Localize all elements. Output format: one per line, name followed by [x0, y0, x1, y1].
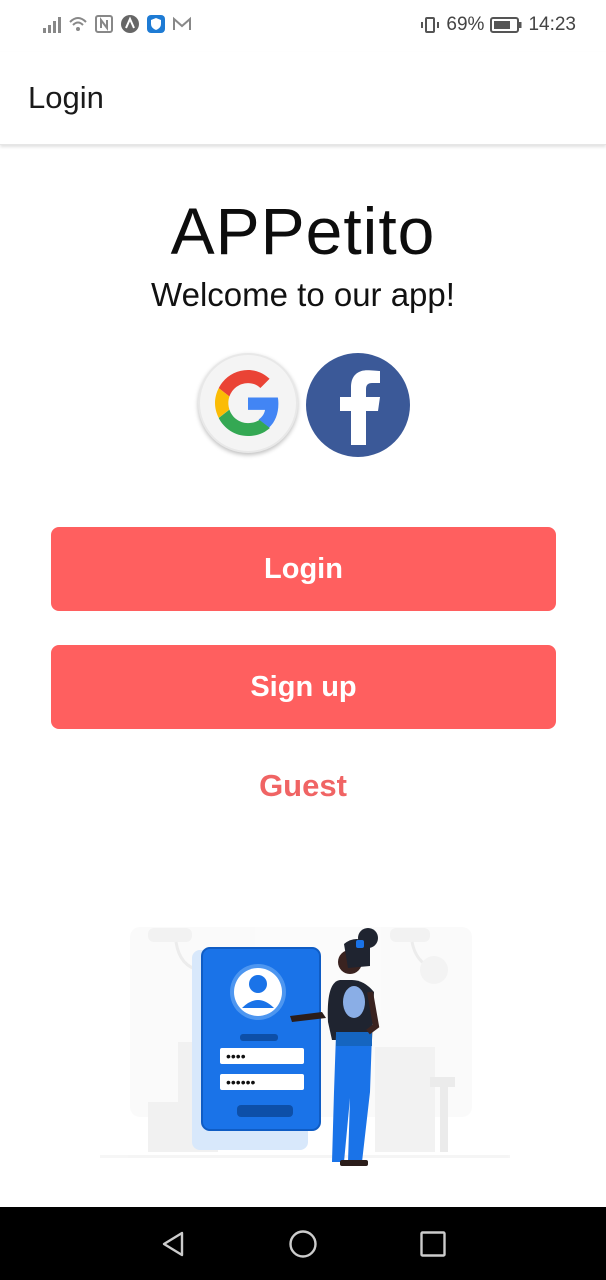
- signup-button[interactable]: Sign up: [51, 645, 556, 729]
- guest-link[interactable]: Guest: [0, 768, 606, 804]
- google-login-button[interactable]: [198, 353, 298, 453]
- back-icon[interactable]: [158, 1229, 188, 1259]
- page-title: Login: [28, 80, 104, 115]
- login-button[interactable]: Login: [51, 527, 556, 611]
- system-nav-bar: [0, 1207, 606, 1280]
- vibrate-icon: [421, 17, 440, 33]
- app-bar: Login: [0, 52, 606, 145]
- nfc-icon: [95, 15, 113, 33]
- battery-icon: [490, 17, 522, 33]
- mail-m-icon: [173, 16, 191, 30]
- password-dots-short: ••••: [226, 1048, 246, 1064]
- wifi-icon: [69, 17, 87, 31]
- facebook-icon: [340, 370, 380, 445]
- social-login-row: [198, 353, 410, 457]
- app-a-icon: [121, 15, 139, 33]
- home-icon[interactable]: [288, 1229, 318, 1259]
- status-right: 69% 14:23: [420, 14, 576, 36]
- clock: 14:23: [528, 14, 576, 35]
- facebook-login-button[interactable]: [306, 353, 410, 457]
- app-name-heading: APPetito: [170, 194, 436, 268]
- password-dots-long: ••••••: [226, 1074, 256, 1090]
- welcome-text: Welcome to our app!: [151, 276, 455, 313]
- signal-icon: [43, 17, 61, 33]
- google-icon: [215, 370, 279, 436]
- status-bar: 69% 14:23: [0, 0, 606, 52]
- battery-percent: 69%: [446, 14, 485, 35]
- status-left-icons: [42, 14, 192, 34]
- login-illustration: •••• ••••••: [100, 927, 510, 1166]
- shield-app-icon: [147, 15, 165, 33]
- recents-icon[interactable]: [418, 1229, 448, 1259]
